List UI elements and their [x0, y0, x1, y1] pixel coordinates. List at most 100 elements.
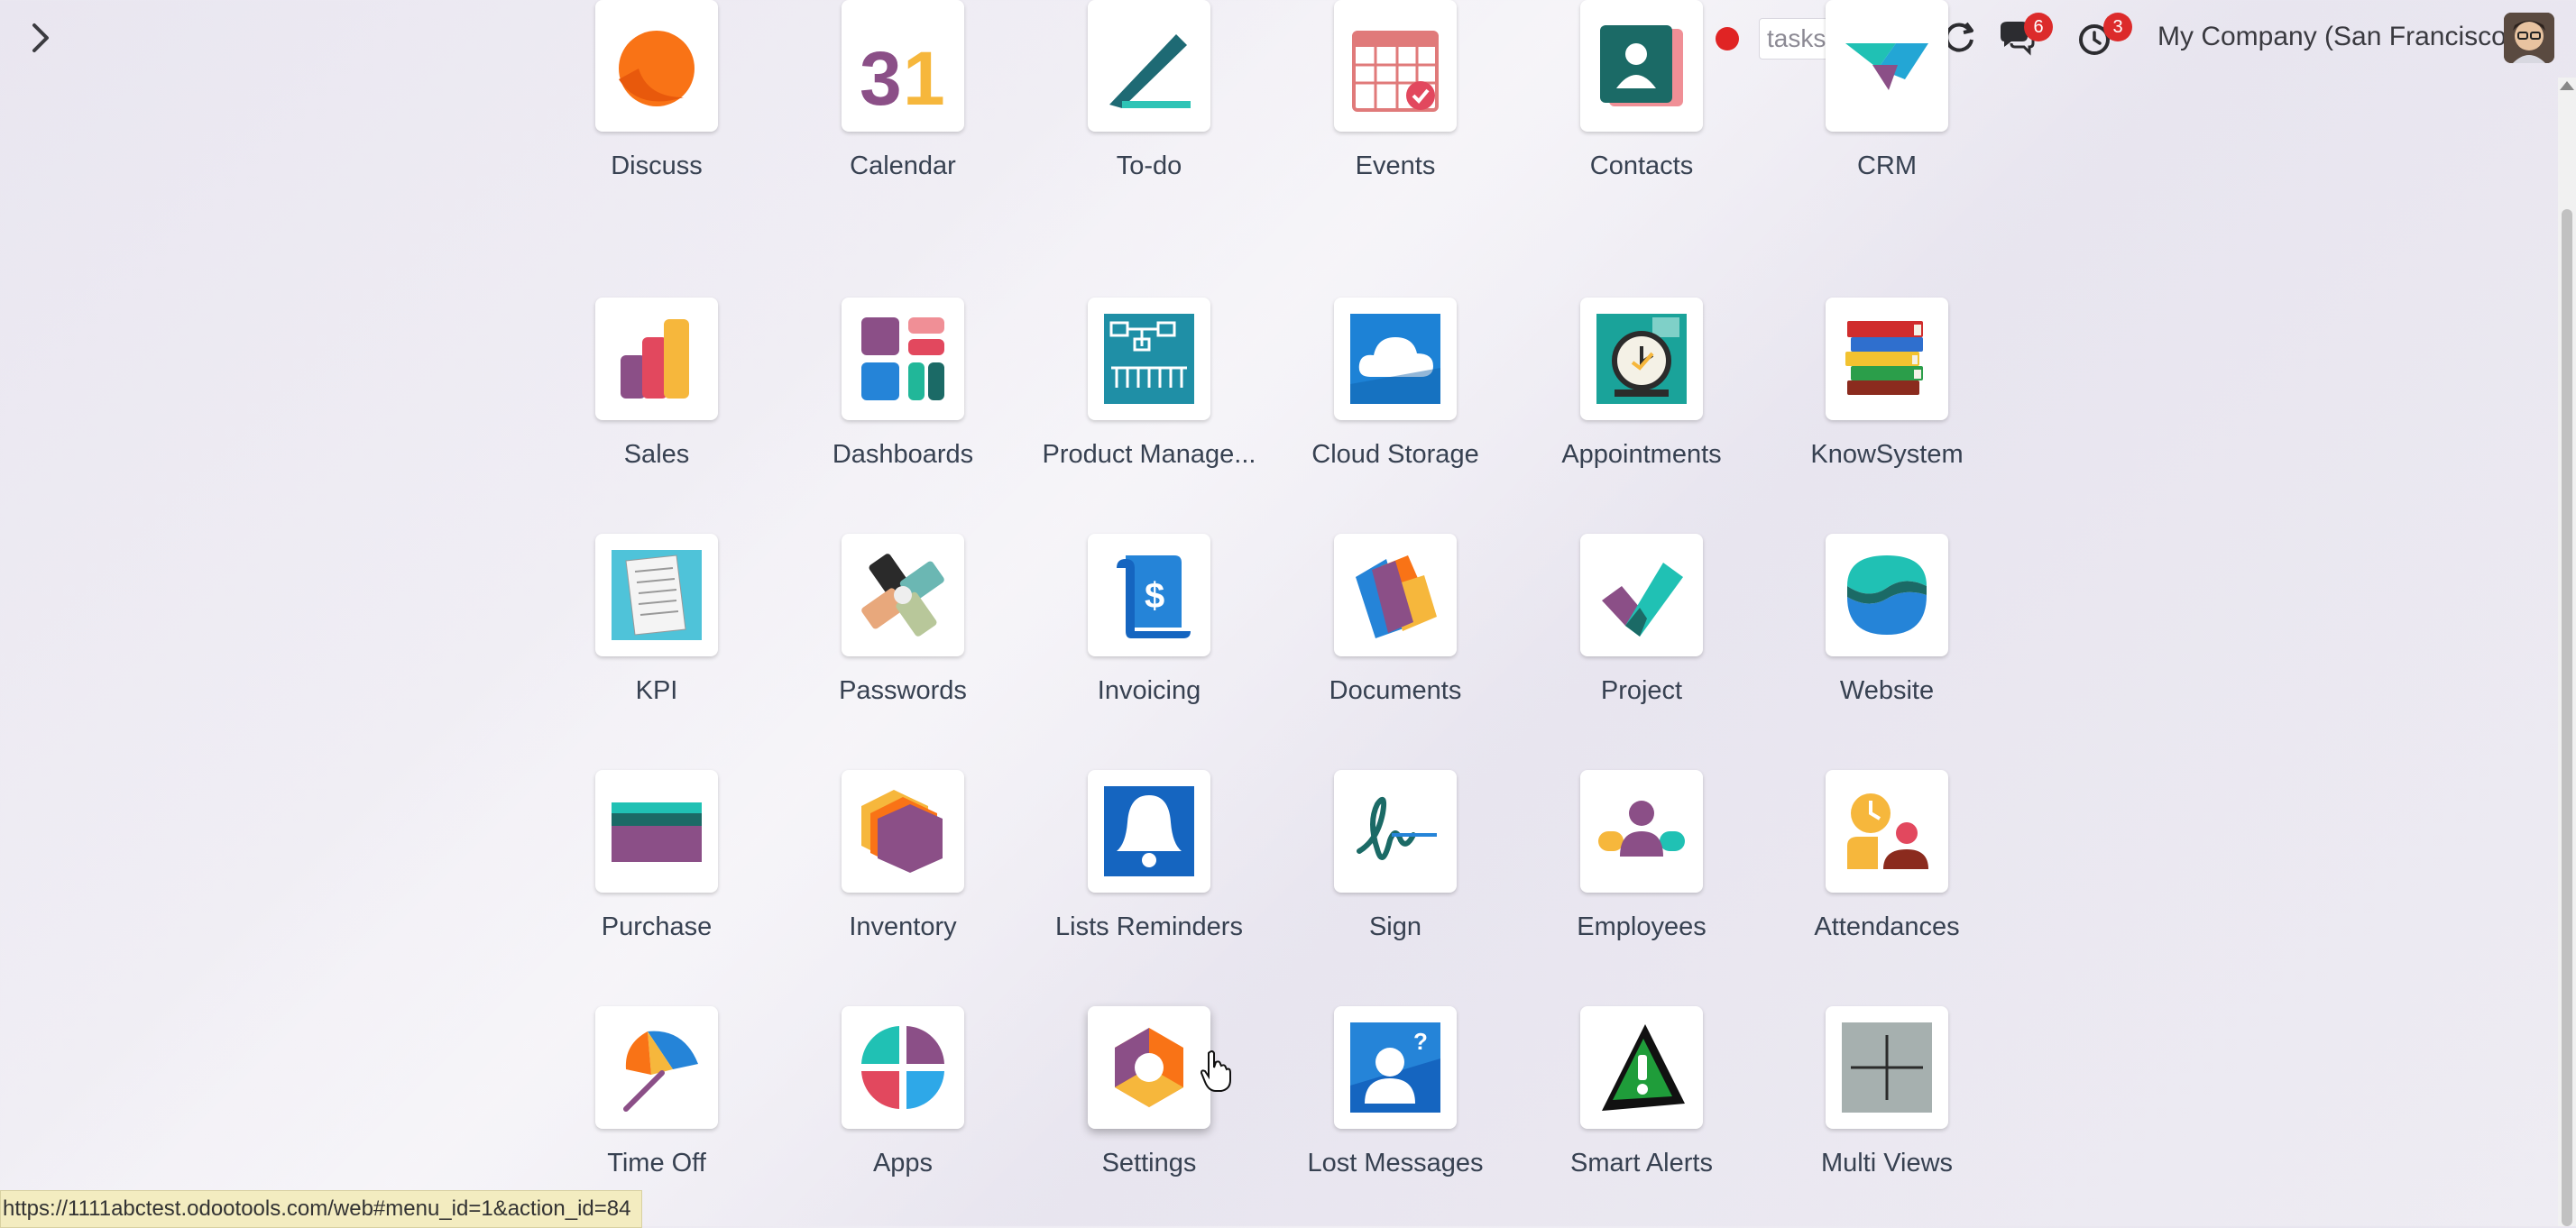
app-tile: 3 1 [842, 0, 964, 132]
app-tile [1334, 0, 1457, 132]
company-switcher[interactable]: My Company (San Francisco) [2157, 22, 2516, 52]
website-icon [1847, 555, 1927, 635]
app-smart-alerts[interactable]: Smart Alerts [1519, 1006, 1764, 1178]
lists-reminders-icon [1104, 786, 1194, 876]
app-tile [1826, 534, 1948, 656]
attendances-icon [1847, 793, 1928, 869]
app-website[interactable]: Website [1764, 534, 2010, 706]
app-settings[interactable]: Settings [1026, 1006, 1272, 1178]
app-inventory[interactable]: Inventory [780, 770, 1026, 942]
svg-text:1: 1 [903, 36, 945, 115]
app-kpi[interactable]: KPI [534, 534, 779, 706]
app-tile [1580, 1006, 1703, 1129]
app-multi-views[interactable]: Multi Views [1764, 1006, 2010, 1178]
app-tile [1088, 0, 1210, 132]
app-tile [1334, 298, 1457, 420]
project-icon [1602, 563, 1683, 637]
app-tile [1580, 770, 1703, 893]
app-events[interactable]: Events [1273, 0, 1518, 181]
app-apps[interactable]: Apps [780, 1006, 1026, 1178]
app-calendar[interactable]: 3 1 Calendar [780, 0, 1026, 181]
smart-alerts-icon [1602, 1024, 1685, 1111]
activities-button[interactable]: 3 [2076, 13, 2132, 58]
multi-views-icon [1842, 1022, 1932, 1113]
time-off-icon [623, 1031, 698, 1112]
app-tile [1088, 298, 1210, 420]
app-tile [842, 298, 964, 420]
app-tile [1580, 534, 1703, 656]
documents-icon [1356, 555, 1437, 638]
app-tile [1088, 1006, 1210, 1129]
app-tile [1826, 298, 1948, 420]
app-tile [595, 534, 718, 656]
events-icon [1352, 31, 1439, 112]
svg-text:$: $ [1145, 576, 1164, 616]
dashboards-icon [861, 317, 944, 400]
svg-text:3: 3 [860, 36, 902, 115]
discuss-icon [619, 31, 695, 106]
browser-status-url: https://1111abctest.odootools.com/web#me… [0, 1190, 643, 1228]
app-tile [595, 0, 718, 132]
app-purchase[interactable]: Purchase [534, 770, 779, 942]
scrollbar-thumb[interactable] [2562, 209, 2572, 1226]
todo-icon [1109, 34, 1191, 108]
activities-count-badge: 3 [2103, 13, 2132, 41]
appointments-icon [1596, 314, 1687, 404]
app-knowsystem[interactable]: KnowSystem [1764, 298, 2010, 470]
app-tile [1334, 534, 1457, 656]
app-dashboards[interactable]: Dashboards [780, 298, 1026, 470]
app-sign[interactable]: Sign [1273, 770, 1518, 942]
lost-messages-icon: ? [1350, 1022, 1440, 1113]
kpi-icon [612, 550, 702, 640]
messages-button[interactable]: 6 [1997, 13, 2053, 58]
app-sales[interactable]: Sales [534, 298, 779, 470]
inventory-icon [861, 790, 943, 873]
hand-pointer-icon [1200, 1050, 1231, 1092]
chevron-right-icon[interactable] [23, 18, 60, 58]
app-invoicing[interactable]: $ Invoicing [1026, 534, 1272, 706]
passwords-icon [861, 554, 944, 637]
app-tile [595, 770, 718, 893]
calendar-icon: 3 1 [860, 36, 945, 115]
scroll-up-arrow-icon[interactable] [2560, 81, 2574, 90]
app-todo[interactable]: To-do [1026, 0, 1272, 181]
invoicing-icon: $ [1117, 555, 1191, 638]
app-tile: $ [1088, 534, 1210, 656]
app-documents[interactable]: Documents [1273, 534, 1518, 706]
app-passwords[interactable]: Passwords [780, 534, 1026, 706]
app-tile [842, 534, 964, 656]
app-lists-reminders[interactable]: Lists Reminders [1026, 770, 1272, 942]
app-cloud-storage[interactable]: Cloud Storage [1273, 298, 1518, 470]
app-tile [842, 770, 964, 893]
app-tile [1580, 298, 1703, 420]
app-tile [1334, 770, 1457, 893]
app-product-management[interactable]: Product Manage... [1026, 298, 1272, 470]
app-attendances[interactable]: Attendances [1764, 770, 2010, 942]
employees-icon [1598, 801, 1685, 857]
crm-icon [1845, 43, 1928, 90]
app-employees[interactable]: Employees [1519, 770, 1764, 942]
settings-icon [1115, 1028, 1183, 1107]
app-contacts[interactable]: Contacts [1519, 0, 1764, 181]
product-management-icon [1104, 314, 1194, 404]
messages-count-badge: 6 [2024, 13, 2053, 41]
app-tile [1826, 1006, 1948, 1129]
recording-indicator[interactable] [1716, 27, 1739, 50]
apps-icon [861, 1026, 944, 1109]
knowsystem-icon [1845, 321, 1923, 395]
sign-icon [1357, 796, 1437, 860]
app-tile [842, 1006, 964, 1129]
app-project[interactable]: Project [1519, 534, 1764, 706]
app-crm[interactable]: CRM [1764, 0, 2010, 181]
app-lost-messages[interactable]: ? Lost Messages [1273, 1006, 1518, 1178]
svg-text:?: ? [1413, 1028, 1428, 1055]
app-discuss[interactable]: Discuss [534, 0, 779, 181]
app-tile [1088, 770, 1210, 893]
app-tile [1826, 770, 1948, 893]
sales-icon [621, 319, 689, 399]
app-appointments[interactable]: Appointments [1519, 298, 1764, 470]
app-time-off[interactable]: Time Off [534, 1006, 779, 1178]
app-tile [595, 1006, 718, 1129]
user-avatar[interactable] [2504, 13, 2554, 63]
avatar-icon [2504, 13, 2554, 63]
